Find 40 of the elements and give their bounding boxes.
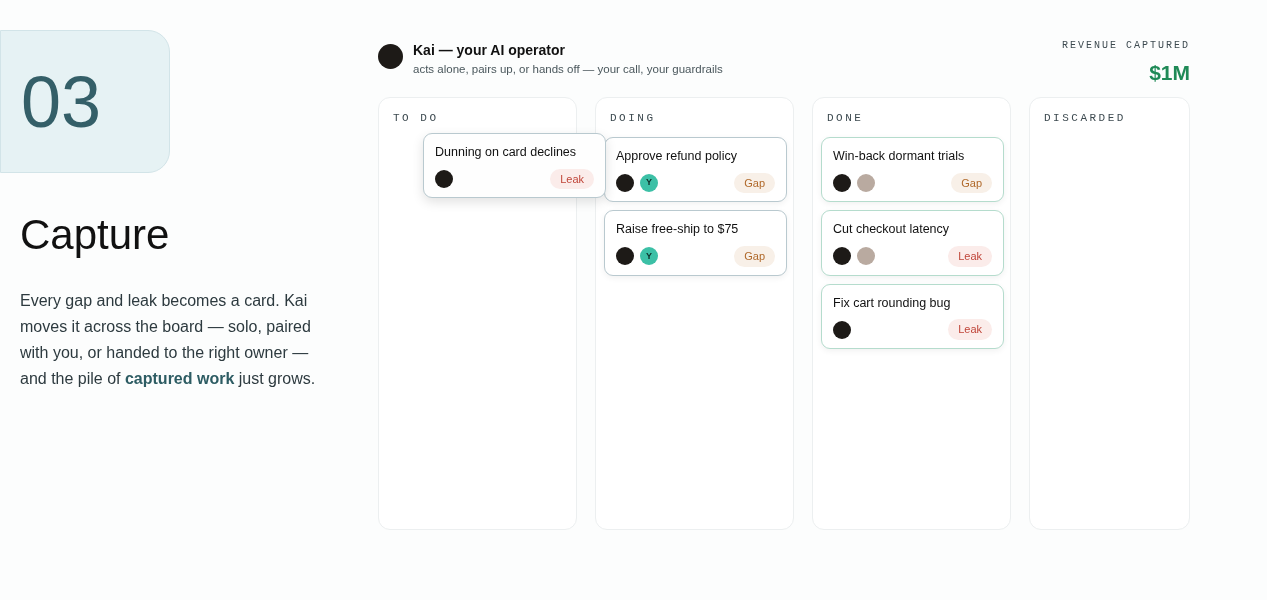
- status-tag: Gap: [951, 172, 992, 194]
- card-title: Win-back dormant trials: [833, 148, 966, 165]
- column-title: DONE: [827, 110, 864, 126]
- task-card[interactable]: Approve refund policy Y Gap: [604, 137, 787, 203]
- task-card[interactable]: Win-back dormant trials Gap: [821, 137, 1004, 203]
- avatar-icon: [857, 174, 875, 192]
- step-title: Capture: [20, 210, 171, 260]
- status-tag: Leak: [550, 168, 594, 190]
- avatar-icon: [833, 174, 851, 192]
- column-title: DOING: [610, 110, 656, 126]
- avatar-icon: [616, 174, 634, 192]
- avatar-initial: Y: [640, 247, 658, 266]
- card-title: Approve refund policy: [616, 148, 738, 165]
- operator-name: Kai — your AI operator: [413, 41, 566, 60]
- revenue-label: REVENUE CAPTURED: [1062, 39, 1190, 53]
- step-number: 03: [21, 65, 102, 138]
- status-tag: Gap: [734, 172, 775, 194]
- card-title: Raise free-ship to $75: [616, 221, 740, 239]
- revenue-value: $1M: [1148, 60, 1190, 86]
- avatar-icon: [616, 247, 634, 266]
- task-card[interactable]: Fix cart rounding bug Leak: [821, 283, 1004, 349]
- column-title: DISCARDED: [1044, 110, 1126, 126]
- avatar-icon: [857, 247, 875, 266]
- avatar-icon: [833, 320, 851, 339]
- card-title: Dunning on card declines: [435, 144, 578, 161]
- card-title: Fix cart rounding bug: [833, 294, 952, 312]
- step-description: Every gap and leak becomes a card. Kai moves it across the board — solo, paired with you, or handed to the right owner — and the pile of captured work just grows.: [20, 290, 316, 389]
- status-tag: Leak: [948, 246, 992, 267]
- status-tag: Gap: [734, 246, 775, 267]
- status-tag: Leak: [948, 319, 992, 340]
- avatar-icon: [833, 247, 851, 266]
- operator-subtitle: acts alone, pairs up, or hands off — your call, your guardrails: [413, 62, 723, 77]
- avatar-icon: [378, 44, 403, 69]
- avatar-initial: Y: [640, 174, 658, 192]
- task-card[interactable]: Cut checkout latency Leak: [821, 210, 1004, 276]
- task-card[interactable]: Raise free-ship to $75 Y Gap: [604, 210, 787, 276]
- task-card[interactable]: Dunning on card declines Leak: [423, 133, 606, 199]
- column-title: TO DO: [393, 110, 439, 126]
- avatar-icon: [435, 170, 453, 188]
- card-title: Cut checkout latency: [833, 221, 951, 239]
